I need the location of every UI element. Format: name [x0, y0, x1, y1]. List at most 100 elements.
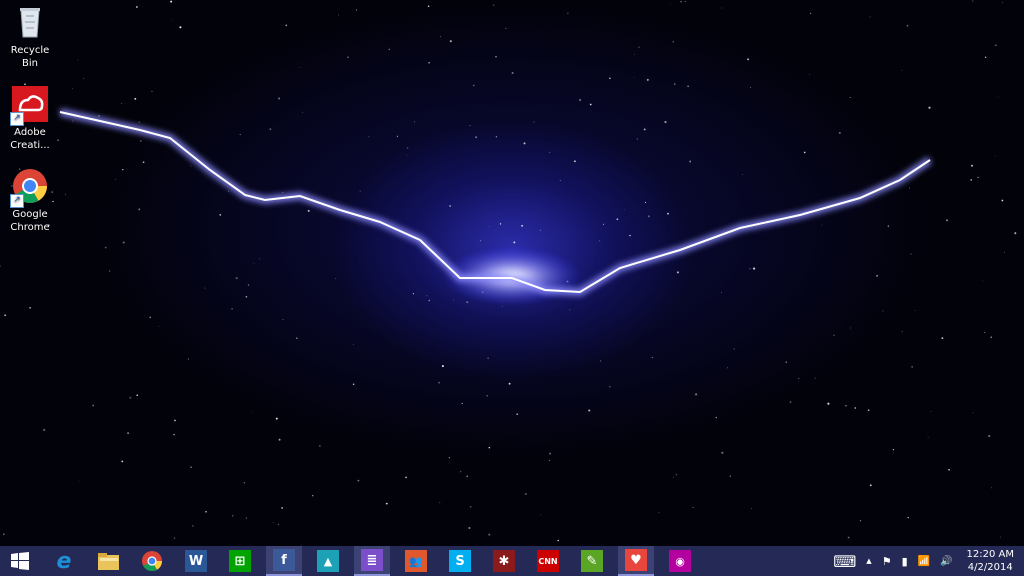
star: [92, 404, 95, 407]
star: [487, 357, 489, 359]
star: [466, 475, 468, 478]
star: [876, 274, 879, 277]
star: [179, 26, 182, 29]
star: [104, 246, 107, 249]
star: [727, 367, 728, 369]
heart-icon: ♥: [625, 549, 647, 571]
adobe-creative-cloud-icon: ↗: [10, 86, 48, 126]
battery-icon[interactable]: ▮: [902, 555, 908, 568]
star: [982, 280, 983, 282]
star: [609, 385, 611, 388]
desktop-icon-recycle-bin[interactable]: Recycle Bin: [2, 4, 58, 70]
show-hidden-icons-chevron-icon[interactable]: ▲: [866, 557, 871, 565]
star: [136, 394, 138, 397]
star: [946, 219, 948, 222]
taskbar-button-facebook[interactable]: f: [266, 546, 302, 576]
recycle-bin-icon: [12, 4, 48, 40]
star: [413, 121, 416, 123]
taskbar-button-internet-explorer[interactable]: e: [46, 546, 82, 576]
star: [559, 179, 561, 181]
star: [906, 24, 909, 27]
taskbar-button-health[interactable]: ♥: [618, 546, 654, 576]
star: [809, 12, 812, 15]
star: [278, 97, 281, 100]
star: [970, 179, 973, 181]
star: [892, 448, 895, 451]
star: [847, 536, 850, 539]
star: [428, 299, 431, 302]
star: [887, 225, 889, 227]
taskbar-button-start-button[interactable]: [2, 546, 38, 576]
clock-date: 4/2/2014: [967, 562, 1013, 573]
star: [469, 505, 472, 508]
taskbar-button-word[interactable]: W: [178, 546, 214, 576]
taskbar-button-reader[interactable]: ≣: [354, 546, 390, 576]
star: [569, 309, 571, 311]
star: [647, 215, 650, 218]
star: [910, 253, 912, 255]
taskbar-apps: e W ⊞ f ▲ ≣ 👥 S ✱ CNN ✎ ♥ ◉: [2, 546, 706, 576]
taskbar-button-skype[interactable]: S: [442, 546, 478, 576]
star: [461, 402, 463, 404]
star: [721, 451, 724, 454]
star: [426, 295, 428, 297]
taskbar-button-evernote[interactable]: ✎: [574, 546, 610, 576]
star: [869, 484, 872, 487]
system-tray: ⌨ ▲ ⚑ ▮ 📶 🔊 12:20 AM 4/2/2014: [823, 546, 1024, 576]
desktop[interactable]: Recycle Bin ↗ Adobe Creati... ↗ Google C…: [0, 0, 1024, 546]
touch-keyboard-icon[interactable]: ⌨: [833, 552, 856, 571]
action-center-flag-icon[interactable]: ⚑: [882, 555, 892, 568]
network-signal-icon[interactable]: 📶: [918, 556, 930, 567]
star: [479, 240, 482, 242]
star: [449, 205, 451, 207]
star: [71, 87, 73, 89]
star: [1014, 232, 1017, 235]
desktop-icon-adobe-creative-cloud[interactable]: ↗ Adobe Creati...: [2, 86, 58, 152]
taskbar-button-yelp[interactable]: ✱: [486, 546, 522, 576]
star: [187, 358, 189, 360]
star: [388, 48, 391, 51]
desktop-icon-label: Google Chrome: [10, 209, 50, 233]
star: [77, 59, 79, 61]
star: [511, 71, 514, 75]
star: [814, 377, 816, 379]
taskbar-button-cnn[interactable]: CNN: [530, 546, 566, 576]
star: [149, 316, 151, 319]
star: [24, 83, 26, 86]
star: [396, 135, 398, 137]
star: [134, 97, 137, 100]
star: [139, 140, 142, 142]
star: [453, 299, 455, 301]
taskbar-button-camera[interactable]: ◉: [662, 546, 698, 576]
taskbar-button-chrome[interactable]: [134, 546, 170, 576]
desktop-icon-google-chrome[interactable]: ↗ Google Chrome: [2, 168, 58, 234]
star: [335, 278, 337, 280]
star: [540, 514, 542, 516]
clock[interactable]: 12:20 AM 4/2/2014: [967, 548, 1014, 574]
star: [549, 452, 551, 455]
star: [3, 533, 5, 535]
star: [984, 56, 987, 58]
star: [281, 507, 283, 509]
facebook-icon: f: [273, 549, 295, 571]
volume-icon[interactable]: 🔊: [940, 556, 952, 567]
star: [278, 438, 281, 441]
star: [138, 208, 141, 211]
taskbar-button-people[interactable]: 👥: [398, 546, 434, 576]
star: [785, 361, 787, 363]
taskbar-button-store[interactable]: ⊞: [222, 546, 258, 576]
chrome-icon: [141, 550, 163, 572]
star: [115, 178, 116, 180]
star: [0, 265, 1, 267]
star: [675, 474, 677, 476]
star: [549, 460, 551, 462]
star: [549, 151, 551, 153]
wallpaper: [0, 0, 1017, 546]
star: [302, 111, 304, 113]
star: [684, 1, 686, 3]
skype-icon: S: [449, 550, 471, 572]
star: [573, 160, 576, 163]
taskbar: e W ⊞ f ▲ ≣ 👥 S ✱ CNN ✎ ♥ ◉ ⌨ ▲ ⚑ ▮ 📶 🔊 12:20 AM 4/2…: [0, 546, 1024, 576]
taskbar-button-photos[interactable]: ▲: [310, 546, 346, 576]
taskbar-button-file-explorer[interactable]: [90, 546, 126, 576]
